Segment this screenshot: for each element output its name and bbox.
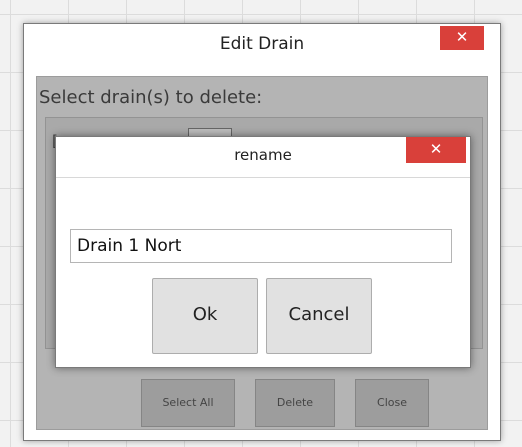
edit-drain-titlebar: Edit Drain ✕	[24, 24, 500, 68]
select-drains-label: Select drain(s) to delete:	[39, 87, 263, 108]
select-all-button[interactable]: Select All	[141, 379, 235, 427]
rename-divider	[56, 177, 470, 178]
rename-close-icon[interactable]: ✕	[406, 137, 466, 163]
cancel-button[interactable]: Cancel	[266, 278, 372, 354]
delete-button[interactable]: Delete	[255, 379, 335, 427]
ok-button[interactable]: Ok	[152, 278, 258, 354]
rename-input[interactable]	[70, 229, 452, 263]
close-button[interactable]: Close	[355, 379, 429, 427]
rename-dialog: rename ✕ Ok Cancel	[55, 136, 471, 368]
edit-drain-title: Edit Drain	[219, 34, 305, 54]
edit-drain-close-icon[interactable]: ✕	[440, 26, 484, 50]
